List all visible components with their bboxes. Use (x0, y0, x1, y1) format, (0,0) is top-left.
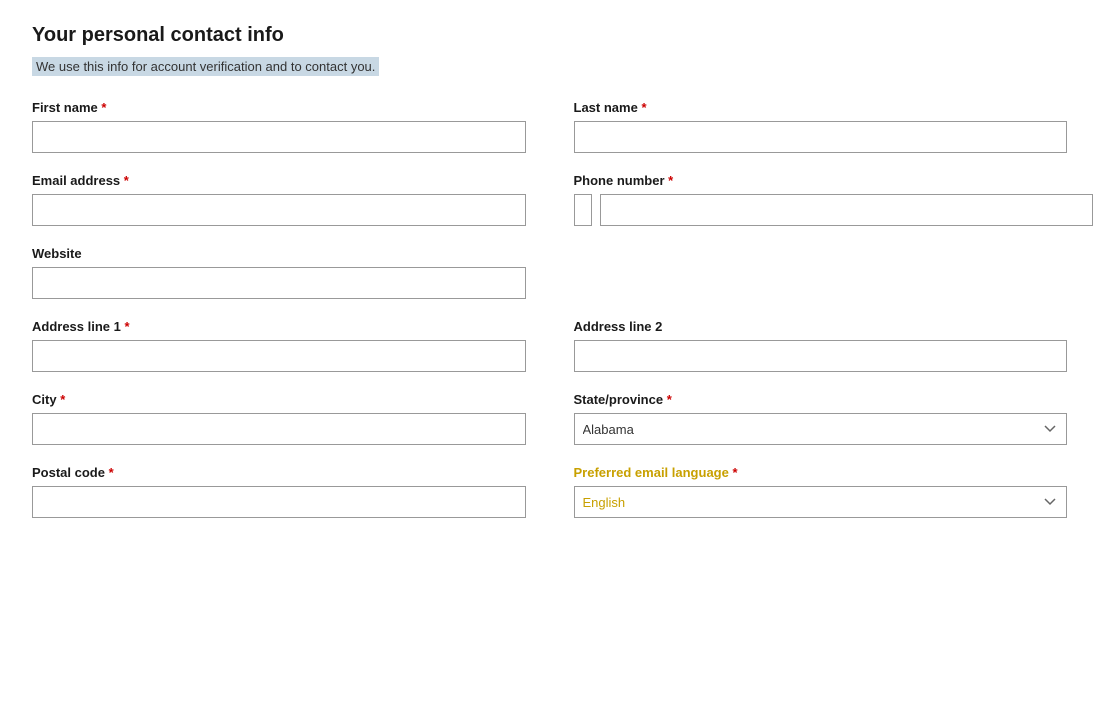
last-name-group: Last name * (574, 100, 1068, 153)
first-name-group: First name * (32, 100, 526, 153)
email-language-group: Preferred email language * EnglishFrench… (574, 465, 1068, 518)
page-title: Your personal contact info (32, 24, 1067, 47)
address1-group: Address line 1 * (32, 319, 526, 372)
website-input[interactable] (32, 267, 526, 299)
email-label: Email address * (32, 173, 526, 188)
page-subtitle: We use this info for account verificatio… (32, 57, 379, 76)
state-group: State/province * AlabamaAlaskaArizonaArk… (574, 392, 1068, 445)
first-name-input[interactable] (32, 121, 526, 153)
phone-country-code-input[interactable]: +1 (574, 194, 592, 226)
last-name-input[interactable] (574, 121, 1068, 153)
address2-group: Address line 2 (574, 319, 1068, 372)
email-language-select[interactable]: EnglishFrenchSpanishGermanPortugueseItal… (574, 486, 1068, 518)
address1-input[interactable] (32, 340, 526, 372)
state-select[interactable]: AlabamaAlaskaArizonaArkansasCaliforniaCo… (574, 413, 1068, 445)
address1-label: Address line 1 * (32, 319, 526, 334)
website-group: Website (32, 246, 526, 299)
address2-label: Address line 2 (574, 319, 1068, 334)
postal-code-group: Postal code * (32, 465, 526, 518)
email-group: Email address * (32, 173, 526, 226)
postal-code-input[interactable] (32, 486, 526, 518)
phone-inputs: +1 (574, 194, 1068, 226)
phone-area-input[interactable] (600, 194, 1094, 226)
last-name-label: Last name * (574, 100, 1068, 115)
first-name-label: First name * (32, 100, 526, 115)
address2-input[interactable] (574, 340, 1068, 372)
city-group: City * (32, 392, 526, 445)
city-label: City * (32, 392, 526, 407)
phone-group: Phone number * +1 (574, 173, 1068, 226)
state-label: State/province * (574, 392, 1068, 407)
email-input[interactable] (32, 194, 526, 226)
email-language-label: Preferred email language * (574, 465, 1068, 480)
postal-code-label: Postal code * (32, 465, 526, 480)
contact-form: First name * Last name * Email address *… (32, 100, 1067, 538)
phone-label: Phone number * (574, 173, 1068, 188)
city-input[interactable] (32, 413, 526, 445)
website-label: Website (32, 246, 526, 261)
